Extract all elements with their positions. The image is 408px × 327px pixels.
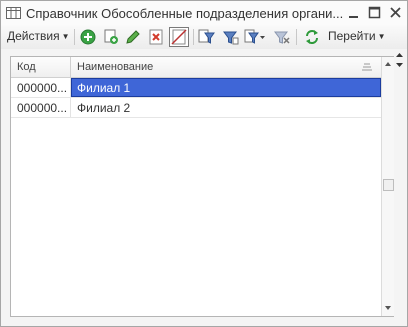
toolbar-separator <box>74 29 75 45</box>
add-icon[interactable] <box>79 28 97 46</box>
column-header-code[interactable]: Код <box>17 61 36 73</box>
chevron-down-icon: ▼ <box>61 32 70 41</box>
toolbar-separator <box>296 29 297 45</box>
toolbar: Действия ▼ Перейти ▼ <box>1 25 407 67</box>
cell-code: 000000... <box>17 81 68 95</box>
filter-dropdown-icon[interactable] <box>244 28 266 46</box>
delete-icon[interactable] <box>147 28 165 46</box>
filter-icon[interactable] <box>198 28 216 46</box>
actions-label: Действия <box>7 29 60 43</box>
refresh-icon[interactable] <box>303 28 321 46</box>
title-bar: Справочник Обособленные подразделения ор… <box>1 1 407 25</box>
clear-filter-icon[interactable] <box>273 28 291 46</box>
cell-name: Филиал 2 <box>77 101 131 115</box>
goto-label: Перейти <box>328 29 376 43</box>
actions-menu-button[interactable]: Действия ▼ <box>7 29 70 45</box>
table-row[interactable]: 000000... Филиал 1 <box>11 78 381 98</box>
table-row[interactable]: 000000... Филиал 2 <box>11 98 381 118</box>
cell-name: Филиал 1 <box>77 81 131 95</box>
sort-icon[interactable] <box>361 62 373 72</box>
maximize-icon[interactable] <box>367 5 383 21</box>
scroll-down-icon[interactable] <box>383 303 393 313</box>
minimize-icon[interactable] <box>346 5 362 21</box>
toolbar-scroll-arrows-icon[interactable] <box>394 49 405 71</box>
filter-by-value-icon[interactable] <box>221 28 239 46</box>
scroll-up-icon[interactable] <box>383 59 393 69</box>
edit-icon[interactable] <box>124 28 142 46</box>
window-title: Справочник Обособленные подразделения ор… <box>26 6 344 21</box>
toolbar-separator <box>193 29 194 45</box>
column-header-name[interactable]: Наименование <box>77 61 153 73</box>
mark-deletion-icon[interactable] <box>169 27 189 47</box>
column-divider[interactable] <box>70 57 71 77</box>
copy-icon[interactable] <box>102 28 120 46</box>
vertical-scrollbar[interactable] <box>381 57 394 316</box>
catalog-table: Код Наименование 000000... Филиал 1 0000… <box>10 56 394 317</box>
table-header: Код Наименование <box>11 57 381 78</box>
cell-divider <box>70 98 71 117</box>
scroll-thumb[interactable] <box>383 179 394 191</box>
chevron-down-icon: ▼ <box>377 32 386 41</box>
window: Справочник Обособленные подразделения ор… <box>0 0 408 327</box>
goto-menu-button[interactable]: Перейти ▼ <box>328 29 385 43</box>
close-icon[interactable] <box>388 5 404 21</box>
table-icon <box>6 7 21 19</box>
cell-code: 000000... <box>17 101 68 115</box>
